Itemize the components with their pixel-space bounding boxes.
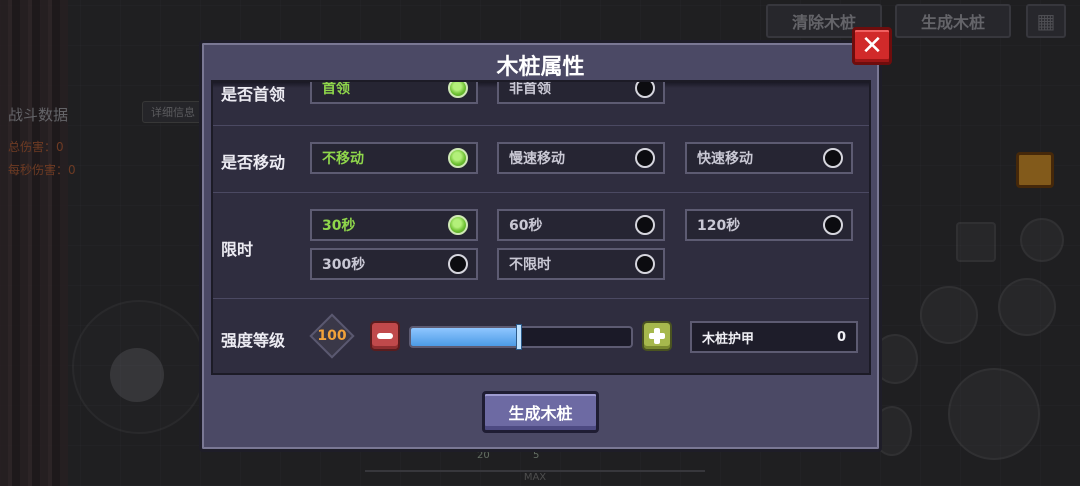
radio-empty-icon — [448, 254, 468, 274]
radio-selected-icon — [448, 148, 468, 168]
option-30s-label: 30秒 — [322, 218, 356, 234]
radio-empty-icon — [635, 254, 655, 274]
option-no-limit[interactable]: 不限时 — [497, 248, 665, 280]
boss-row-label: 是否首领 — [221, 85, 286, 104]
option-fast-move[interactable]: 快速移动 — [685, 142, 853, 174]
strength-slider[interactable] — [409, 324, 633, 350]
radio-empty-icon — [635, 82, 655, 98]
time-row-label: 限时 — [221, 240, 254, 259]
plus-icon — [649, 328, 665, 344]
option-no-limit-label: 不限时 — [509, 257, 551, 273]
option-no-move[interactable]: 不移动 — [310, 142, 478, 174]
radio-empty-icon — [823, 148, 843, 168]
increase-level-button[interactable] — [642, 321, 672, 351]
option-60s[interactable]: 60秒 — [497, 209, 665, 241]
slider-handle[interactable] — [515, 324, 522, 350]
option-fast-move-label: 快速移动 — [697, 151, 753, 167]
radio-selected-icon — [448, 215, 468, 235]
strength-row-label: 强度等级 — [221, 331, 286, 350]
move-row-label: 是否移动 — [221, 153, 286, 172]
properties-panel[interactable]: 是否首领 首领 非首领 是否移动 不移动 慢速移动 快速移动 限时 30秒 60… — [211, 80, 871, 375]
row-divider — [213, 192, 869, 193]
radio-empty-icon — [823, 215, 843, 235]
armor-field[interactable]: 木桩护甲 0 — [690, 321, 858, 353]
option-slow-move-label: 慢速移动 — [509, 151, 565, 167]
option-300s-label: 300秒 — [322, 257, 366, 273]
option-non-boss[interactable]: 非首领 — [497, 81, 665, 104]
option-non-boss-label: 非首领 — [509, 81, 551, 97]
radio-selected-icon — [448, 82, 468, 98]
generate-stump-button[interactable]: 生成木桩 — [482, 391, 599, 433]
level-badge: 100 — [310, 316, 354, 356]
option-boss-label: 首领 — [322, 81, 350, 97]
row-divider — [213, 298, 869, 299]
option-120s-label: 120秒 — [697, 218, 741, 234]
option-no-move-label: 不移动 — [322, 151, 364, 167]
armor-label: 木桩护甲 — [702, 331, 755, 347]
decrease-level-button[interactable] — [370, 321, 400, 351]
option-120s[interactable]: 120秒 — [685, 209, 853, 241]
radio-empty-icon — [635, 148, 655, 168]
slider-fill — [411, 328, 519, 346]
armor-value: 0 — [836, 329, 846, 345]
option-slow-move[interactable]: 慢速移动 — [497, 142, 665, 174]
option-30s[interactable]: 30秒 — [310, 209, 478, 241]
option-300s[interactable]: 300秒 — [310, 248, 478, 280]
radio-empty-icon — [635, 215, 655, 235]
option-60s-label: 60秒 — [509, 218, 543, 234]
option-boss[interactable]: 首领 — [310, 81, 478, 104]
close-button[interactable]: ✕ — [852, 27, 892, 65]
level-value: 100 — [317, 328, 347, 344]
minus-icon — [377, 333, 393, 339]
dialog-title: 木桩属性 — [496, 55, 585, 80]
close-icon: ✕ — [861, 31, 883, 61]
row-divider — [213, 125, 869, 126]
